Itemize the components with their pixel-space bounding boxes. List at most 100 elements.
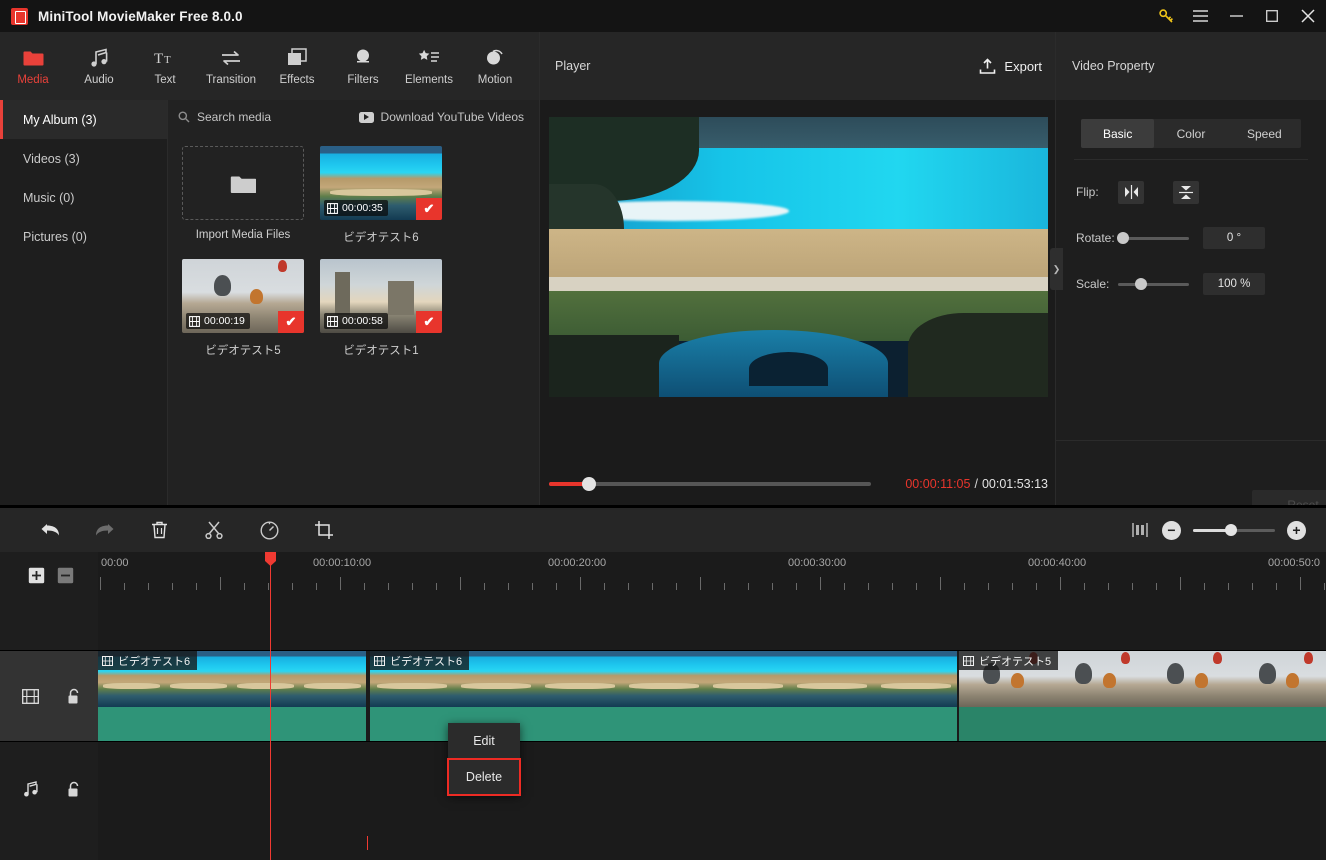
audio-track[interactable] bbox=[98, 743, 1326, 835]
sidebar-item-music[interactable]: Music (0) bbox=[0, 178, 167, 217]
unlock-icon[interactable] bbox=[65, 781, 82, 798]
seek-handle[interactable] bbox=[582, 477, 596, 491]
export-button[interactable]: Export bbox=[979, 57, 1042, 75]
menu-icon[interactable] bbox=[1182, 0, 1218, 32]
tab-transition[interactable]: Transition bbox=[198, 32, 264, 100]
media-item[interactable]: 00:00:58 ✔ ビデオテスト1 bbox=[320, 259, 442, 358]
ruler-tick bbox=[556, 583, 557, 590]
clip-name: ビデオテスト6 bbox=[390, 655, 463, 668]
import-media-dropzone[interactable] bbox=[182, 146, 304, 220]
video-track[interactable]: ビデオテスト6 ビデオテスト6 ビデオテスト5 bbox=[98, 650, 1326, 742]
video-preview[interactable] bbox=[549, 117, 1048, 397]
sidebar-item-pictures[interactable]: Pictures (0) bbox=[0, 217, 167, 256]
flip-label: Flip: bbox=[1076, 185, 1099, 199]
speed-button[interactable] bbox=[255, 516, 283, 544]
timeline-clip[interactable]: ビデオテスト5 bbox=[959, 651, 1326, 741]
clip-label: ビデオテスト6 bbox=[370, 651, 470, 670]
seek-slider[interactable] bbox=[549, 477, 871, 491]
media-thumbnail[interactable]: 00:00:58 ✔ bbox=[320, 259, 442, 333]
maximize-button[interactable] bbox=[1254, 0, 1290, 32]
ruler-tick bbox=[1180, 577, 1181, 590]
timeline-ruler[interactable]: 00:00 00:00:10:00 00:00:20:00 00:00:30:0… bbox=[98, 552, 1326, 598]
close-button[interactable] bbox=[1290, 0, 1326, 32]
droplet-icon bbox=[354, 46, 373, 68]
split-scissors-button[interactable] bbox=[200, 516, 228, 544]
zoom-in-button[interactable]: + bbox=[1287, 520, 1306, 540]
minimize-button[interactable] bbox=[1218, 0, 1254, 32]
redo-button[interactable] bbox=[90, 516, 118, 544]
rotate-handle[interactable] bbox=[1117, 232, 1129, 244]
scale-slider[interactable] bbox=[1118, 278, 1189, 290]
audio-track-header[interactable] bbox=[0, 743, 98, 835]
fit-timeline-icon[interactable] bbox=[1130, 521, 1150, 539]
seek-row: 00:00:11:05 / 00:01:53:13 bbox=[549, 472, 1048, 496]
media-thumbnail[interactable]: 00:00:35 ✔ bbox=[320, 146, 442, 220]
zoom-handle[interactable] bbox=[1225, 524, 1237, 536]
selected-check-icon[interactable]: ✔ bbox=[278, 311, 304, 333]
sidebar-item-my-album[interactable]: My Album (3) bbox=[0, 100, 167, 139]
download-youtube-videos-button[interactable]: Download YouTube Videos bbox=[358, 110, 524, 124]
timeline-tracks: ビデオテスト6 ビデオテスト6 ビデオテスト5 bbox=[98, 650, 1326, 835]
delete-button[interactable] bbox=[145, 516, 173, 544]
ruler-tick bbox=[100, 577, 101, 590]
crop-button[interactable] bbox=[310, 516, 338, 544]
tab-filters[interactable]: Filters bbox=[330, 32, 396, 100]
player-header: Player Export bbox=[540, 32, 1055, 100]
ruler-tick bbox=[988, 583, 989, 590]
tab-media[interactable]: Media bbox=[0, 32, 66, 100]
tab-audio[interactable]: Audio bbox=[66, 32, 132, 100]
rotate-slider[interactable] bbox=[1117, 232, 1189, 244]
video-frame-art bbox=[549, 117, 1048, 397]
context-menu-item-delete[interactable]: Delete bbox=[447, 758, 521, 796]
media-thumbnail[interactable]: 00:00:19 ✔ bbox=[182, 259, 304, 333]
track-header-column bbox=[0, 552, 98, 860]
ruler-tick bbox=[940, 577, 941, 590]
media-item-name: ビデオテスト5 bbox=[205, 345, 281, 357]
video-track-header[interactable] bbox=[0, 650, 98, 742]
add-track-icon[interactable] bbox=[28, 567, 45, 584]
ruler-tick bbox=[1012, 583, 1013, 590]
property-panel-title: Video Property bbox=[1056, 32, 1326, 100]
tab-speed[interactable]: Speed bbox=[1228, 119, 1301, 148]
panel-expand-chevron-icon[interactable]: ❯ bbox=[1050, 248, 1063, 290]
sidebar-item-videos[interactable]: Videos (3) bbox=[0, 139, 167, 178]
key-icon[interactable] bbox=[1150, 0, 1182, 32]
flip-vertical-button[interactable] bbox=[1173, 180, 1199, 204]
scale-handle[interactable] bbox=[1135, 278, 1147, 290]
media-panel: Search media Download YouTube Videos Imp… bbox=[168, 100, 539, 505]
zoom-out-button[interactable]: − bbox=[1162, 520, 1181, 540]
tab-basic[interactable]: Basic bbox=[1081, 119, 1155, 148]
media-item[interactable]: 00:00:35 ✔ ビデオテスト6 bbox=[320, 146, 442, 245]
ruler-tick bbox=[748, 583, 749, 590]
selected-check-icon[interactable]: ✔ bbox=[416, 198, 442, 220]
media-toolbar: Search media Download YouTube Videos bbox=[168, 100, 539, 134]
media-item[interactable]: 00:00:19 ✔ ビデオテスト5 bbox=[182, 259, 304, 358]
import-media-cell[interactable]: Import Media Files bbox=[182, 146, 304, 245]
scale-value-field[interactable]: 100 % bbox=[1203, 273, 1265, 295]
flip-horizontal-button[interactable] bbox=[1118, 180, 1144, 204]
folder-icon bbox=[23, 46, 44, 68]
selected-check-icon[interactable]: ✔ bbox=[416, 311, 442, 333]
tab-color[interactable]: Color bbox=[1154, 119, 1227, 148]
tab-elements[interactable]: Elements bbox=[396, 32, 462, 100]
rotate-value-field[interactable]: 0 ° bbox=[1203, 227, 1265, 249]
app-window: MiniTool MovieMaker Free 8.0.0 Media Aud… bbox=[0, 0, 1326, 860]
ruler-tick bbox=[868, 583, 869, 590]
playhead[interactable] bbox=[265, 552, 276, 860]
timeline-clip[interactable]: ビデオテスト6 bbox=[98, 651, 366, 741]
zoom-slider[interactable] bbox=[1193, 524, 1275, 536]
context-menu-item-edit[interactable]: Edit bbox=[448, 723, 520, 759]
tab-text[interactable]: TT Text bbox=[132, 32, 198, 100]
unlock-icon[interactable] bbox=[65, 688, 82, 705]
tab-effects[interactable]: Effects bbox=[264, 32, 330, 100]
search-icon bbox=[178, 111, 190, 123]
ruler-tick bbox=[172, 583, 173, 590]
tab-motion[interactable]: Motion bbox=[462, 32, 528, 100]
ruler-tick bbox=[1132, 583, 1133, 590]
ruler-tick bbox=[1156, 583, 1157, 590]
player-panel: Player Export 00:00:11:05 / 00:01:53:13 bbox=[539, 32, 1056, 528]
undo-button[interactable] bbox=[36, 516, 64, 544]
remove-track-icon[interactable] bbox=[57, 567, 74, 584]
app-logo-icon bbox=[11, 7, 28, 25]
search-media-input[interactable]: Search media bbox=[178, 110, 271, 124]
